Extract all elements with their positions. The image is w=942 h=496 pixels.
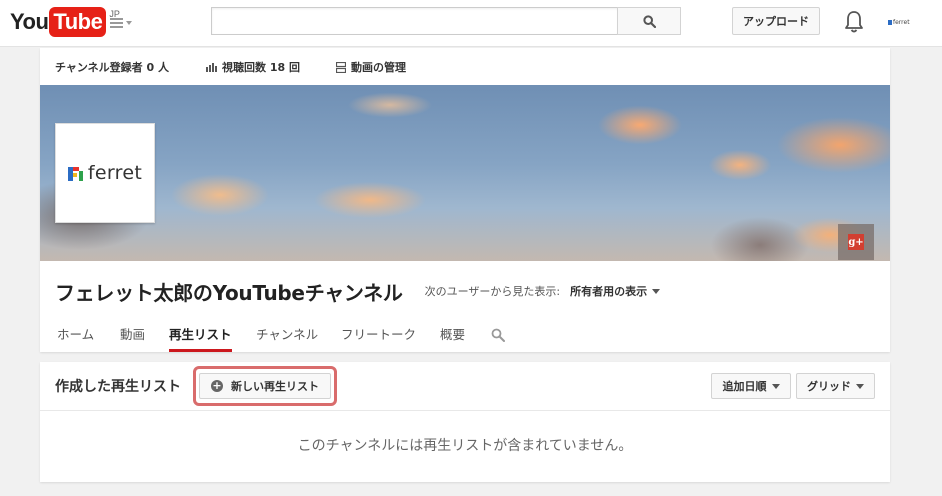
tab-about[interactable]: 概要 (440, 324, 465, 352)
new-playlist-label: 新しい再生リスト (231, 380, 319, 393)
playlists-header: 作成した再生リスト + 新しい再生リスト 追加日順 グリッド (40, 362, 890, 411)
chevron-down-icon (652, 288, 661, 294)
search-icon (491, 328, 505, 342)
chevron-down-icon (126, 21, 132, 25)
new-playlist-button[interactable]: + 新しい再生リスト (199, 373, 331, 399)
view-count-link[interactable]: 視聴回数 18 回 (206, 59, 300, 75)
subscriber-count-text: チャンネル登録者 0 人 (55, 61, 169, 74)
notifications-button[interactable] (844, 10, 864, 34)
playlists-section: 作成した再生リスト + 新しい再生リスト 追加日順 グリッド このチャンネルには… (40, 362, 890, 482)
view-count-text: 視聴回数 18 回 (222, 61, 300, 74)
youtube-logo[interactable]: You Tube JP (10, 7, 120, 37)
search-button[interactable] (617, 7, 681, 35)
ferret-logo: ferret (67, 162, 143, 184)
video-manager-link[interactable]: 動画の管理 (336, 59, 406, 75)
video-manager-icon (336, 61, 346, 73)
channel-title-row: フェレット太郎のYouTubeチャンネル 次のユーザーから見た表示: 所有者用の… (55, 276, 875, 306)
logo-you-text: You (10, 9, 49, 34)
tab-videos[interactable]: 動画 (120, 324, 145, 352)
bell-icon (845, 11, 863, 33)
tab-discussion[interactable]: フリートーク (341, 324, 416, 352)
section-title: 作成した再生リスト (55, 379, 181, 395)
plus-circle-icon: + (211, 379, 223, 392)
search-icon (642, 14, 656, 28)
account-name: ferret (893, 18, 910, 26)
tab-channels[interactable]: チャンネル (256, 324, 318, 352)
logo-tube-text: Tube (49, 7, 107, 37)
sort-dropdown[interactable]: 追加日順 (711, 373, 791, 399)
sort-label: 追加日順 (722, 380, 767, 393)
chevron-down-icon (771, 383, 780, 389)
channel-avatar[interactable]: ferret (55, 123, 155, 223)
avatar-logo-text: ferret (87, 162, 143, 184)
chevron-down-icon (856, 383, 864, 389)
view-as-dropdown[interactable]: 所有者用の表示 (570, 283, 661, 299)
view-mode-dropdown[interactable]: グリッド (796, 373, 875, 399)
google-plus-icon: g+ (848, 234, 864, 250)
view-as-value: 所有者用の表示 (570, 285, 648, 298)
account-avatar[interactable]: ferret (888, 15, 920, 29)
video-manager-text: 動画の管理 (351, 61, 406, 74)
ferret-logo-icon (888, 19, 892, 25)
channel-title: フェレット太郎のYouTubeチャンネル (55, 280, 403, 305)
search-input[interactable] (211, 7, 618, 35)
channel-banner: ferret g+ (40, 85, 890, 261)
empty-playlists-message: このチャンネルには再生リストが含まれていません。 (297, 438, 633, 454)
menu-icon (110, 18, 123, 28)
google-plus-link[interactable]: g+ (838, 224, 874, 260)
view-mode-label: グリッド (807, 380, 851, 393)
masthead: You Tube JP アップロード ferret (0, 0, 942, 47)
upload-button[interactable]: アップロード (732, 7, 820, 35)
channel-header: チャンネル登録者 0 人 視聴回数 18 回 動画の管理 ferret g+ フ… (40, 48, 890, 352)
channel-tabs: ホーム 動画 再生リスト チャンネル フリートーク 概要 (40, 318, 890, 352)
channel-stats-bar: チャンネル登録者 0 人 視聴回数 18 回 動画の管理 (40, 48, 890, 85)
guide-menu-button[interactable] (110, 14, 136, 32)
view-as-label: 次のユーザーから見た表示: (424, 285, 561, 298)
channel-search-button[interactable] (491, 327, 505, 342)
subscriber-count: チャンネル登録者 0 人 (55, 59, 169, 75)
bar-chart-icon (206, 63, 217, 72)
ferret-fi-icon (67, 166, 83, 181)
tab-playlists[interactable]: 再生リスト (169, 324, 232, 352)
tab-home[interactable]: ホーム (57, 324, 94, 352)
